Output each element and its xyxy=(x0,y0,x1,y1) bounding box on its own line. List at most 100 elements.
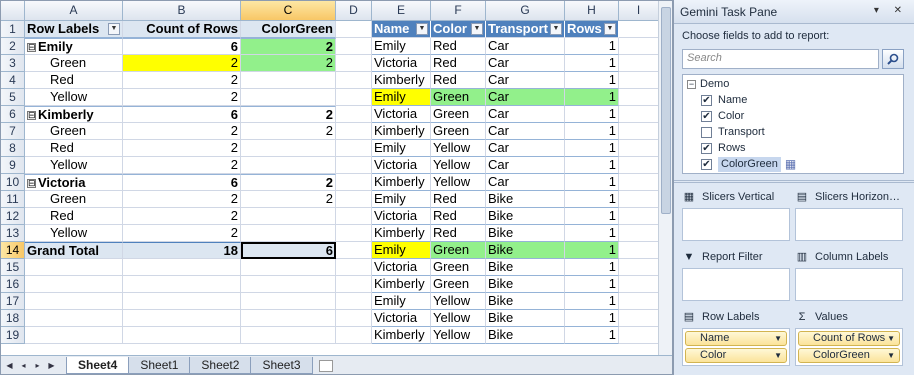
cell[interactable]: Green xyxy=(431,259,486,276)
cell[interactable]: Green xyxy=(25,123,123,140)
cell[interactable]: Yellow xyxy=(431,174,486,191)
cell[interactable]: Bike xyxy=(486,225,565,242)
filter-dropdown-icon[interactable]: ▼ xyxy=(108,23,120,35)
row-header[interactable]: 4 xyxy=(1,72,25,89)
cell[interactable]: 1 xyxy=(565,191,619,208)
cell[interactable]: Green xyxy=(25,55,123,72)
cell[interactable]: 1 xyxy=(565,208,619,225)
cell[interactable]: 6 xyxy=(123,174,241,191)
cell[interactable] xyxy=(619,21,659,38)
field-item[interactable]: ✔ Rows xyxy=(701,141,746,156)
cell[interactable] xyxy=(25,310,123,327)
cell[interactable]: 1 xyxy=(565,225,619,242)
cell[interactable]: Yellow xyxy=(25,89,123,106)
cell[interactable]: Red xyxy=(25,208,123,225)
cell[interactable]: ColorGreen xyxy=(241,21,336,38)
cell[interactable] xyxy=(241,293,336,310)
cell[interactable]: Red xyxy=(431,38,486,55)
cell[interactable]: Yellow xyxy=(431,157,486,174)
cell[interactable]: Bike xyxy=(486,327,565,344)
cell[interactable]: Bike xyxy=(486,276,565,293)
cell[interactable]: 2 xyxy=(241,123,336,140)
cell[interactable] xyxy=(619,259,659,276)
cell[interactable]: Transport ▼ xyxy=(486,21,565,38)
cell[interactable]: ⊟ Kimberly xyxy=(25,106,123,123)
cell[interactable]: 1 xyxy=(565,242,619,259)
row-header[interactable]: 11 xyxy=(1,191,25,208)
cell[interactable]: 6 xyxy=(241,242,336,259)
cell[interactable]: 1 xyxy=(565,89,619,106)
cell[interactable]: 2 xyxy=(123,191,241,208)
cell[interactable]: Kimberly xyxy=(372,327,431,344)
cell[interactable]: Yellow xyxy=(431,310,486,327)
vertical-scrollbar[interactable] xyxy=(658,1,672,355)
cell[interactable]: Red xyxy=(431,55,486,72)
cell[interactable]: Red xyxy=(25,140,123,157)
cell[interactable]: 2 xyxy=(123,140,241,157)
cell[interactable]: Kimberly xyxy=(372,225,431,242)
row-header[interactable]: 17 xyxy=(1,293,25,310)
row-header[interactable]: 12 xyxy=(1,208,25,225)
cell[interactable]: Kimberly xyxy=(372,276,431,293)
sheet-tab-sheet1[interactable]: Sheet1 xyxy=(128,357,191,374)
slicers-horizontal-dropbox[interactable] xyxy=(795,208,903,241)
value-field-colorgreen[interactable]: ColorGreen ▼ xyxy=(798,348,900,363)
cell[interactable] xyxy=(619,38,659,55)
slicers-vertical-zone[interactable]: ▦ Slicers Vertical xyxy=(682,188,790,241)
slicers-vertical-dropbox[interactable] xyxy=(682,208,790,241)
row-header[interactable]: 16 xyxy=(1,276,25,293)
cell[interactable]: Victoria xyxy=(372,259,431,276)
cell[interactable]: 1 xyxy=(565,106,619,123)
cell[interactable]: 1 xyxy=(565,123,619,140)
cell[interactable]: Kimberly xyxy=(372,123,431,140)
cell[interactable]: Car xyxy=(486,89,565,106)
cell[interactable] xyxy=(25,327,123,344)
cell[interactable] xyxy=(619,174,659,191)
checkbox[interactable]: ✔ xyxy=(701,143,712,154)
cell[interactable]: Emily xyxy=(372,38,431,55)
cell[interactable] xyxy=(336,276,372,293)
cell[interactable] xyxy=(619,208,659,225)
field-search-input[interactable]: Search xyxy=(682,49,879,69)
cell[interactable]: Car xyxy=(486,157,565,174)
cell[interactable]: Emily xyxy=(372,242,431,259)
cell[interactable]: Red xyxy=(431,225,486,242)
row-header[interactable]: 2 xyxy=(1,38,25,55)
cell[interactable]: Yellow xyxy=(431,140,486,157)
pane-controls[interactable]: ▾ ✕ xyxy=(874,5,908,16)
cell[interactable] xyxy=(619,123,659,140)
field-dropdown-icon[interactable]: ▼ xyxy=(774,349,782,362)
sheet-tab-sheet2[interactable]: Sheet2 xyxy=(189,357,252,374)
cell[interactable] xyxy=(25,293,123,310)
checkbox[interactable] xyxy=(701,127,712,138)
checkbox[interactable]: ✔ xyxy=(701,159,712,170)
row-header[interactable]: 7 xyxy=(1,123,25,140)
row-header[interactable]: 9 xyxy=(1,157,25,174)
row-labels-zone[interactable]: ▤ Row Labels Name ▼ Color ▼ xyxy=(682,308,790,366)
cell[interactable] xyxy=(123,310,241,327)
cell[interactable] xyxy=(336,157,372,174)
cell[interactable] xyxy=(619,140,659,157)
cell[interactable]: Red xyxy=(431,191,486,208)
cell[interactable] xyxy=(123,259,241,276)
cell[interactable] xyxy=(241,310,336,327)
cell[interactable]: Victoria xyxy=(372,55,431,72)
cell[interactable]: 6 xyxy=(123,106,241,123)
cell[interactable]: 1 xyxy=(565,327,619,344)
cell[interactable] xyxy=(619,242,659,259)
cell[interactable] xyxy=(241,276,336,293)
cell[interactable]: Kimberly xyxy=(372,72,431,89)
cell[interactable]: 2 xyxy=(123,89,241,106)
cell[interactable] xyxy=(123,293,241,310)
collapse-icon[interactable]: ⊟ xyxy=(27,179,36,189)
cell[interactable] xyxy=(336,174,372,191)
cell[interactable] xyxy=(619,157,659,174)
row-field-color[interactable]: Color ▼ xyxy=(685,348,787,363)
cell[interactable]: Emily xyxy=(372,191,431,208)
cell[interactable]: 18 xyxy=(123,242,241,259)
cell[interactable]: 1 xyxy=(565,174,619,191)
cell[interactable]: Red xyxy=(431,72,486,89)
table-node-demo[interactable]: − Demo xyxy=(687,77,729,92)
cell[interactable] xyxy=(619,310,659,327)
field-item[interactable]: ✔ ColorGreen ▦ xyxy=(701,157,796,172)
